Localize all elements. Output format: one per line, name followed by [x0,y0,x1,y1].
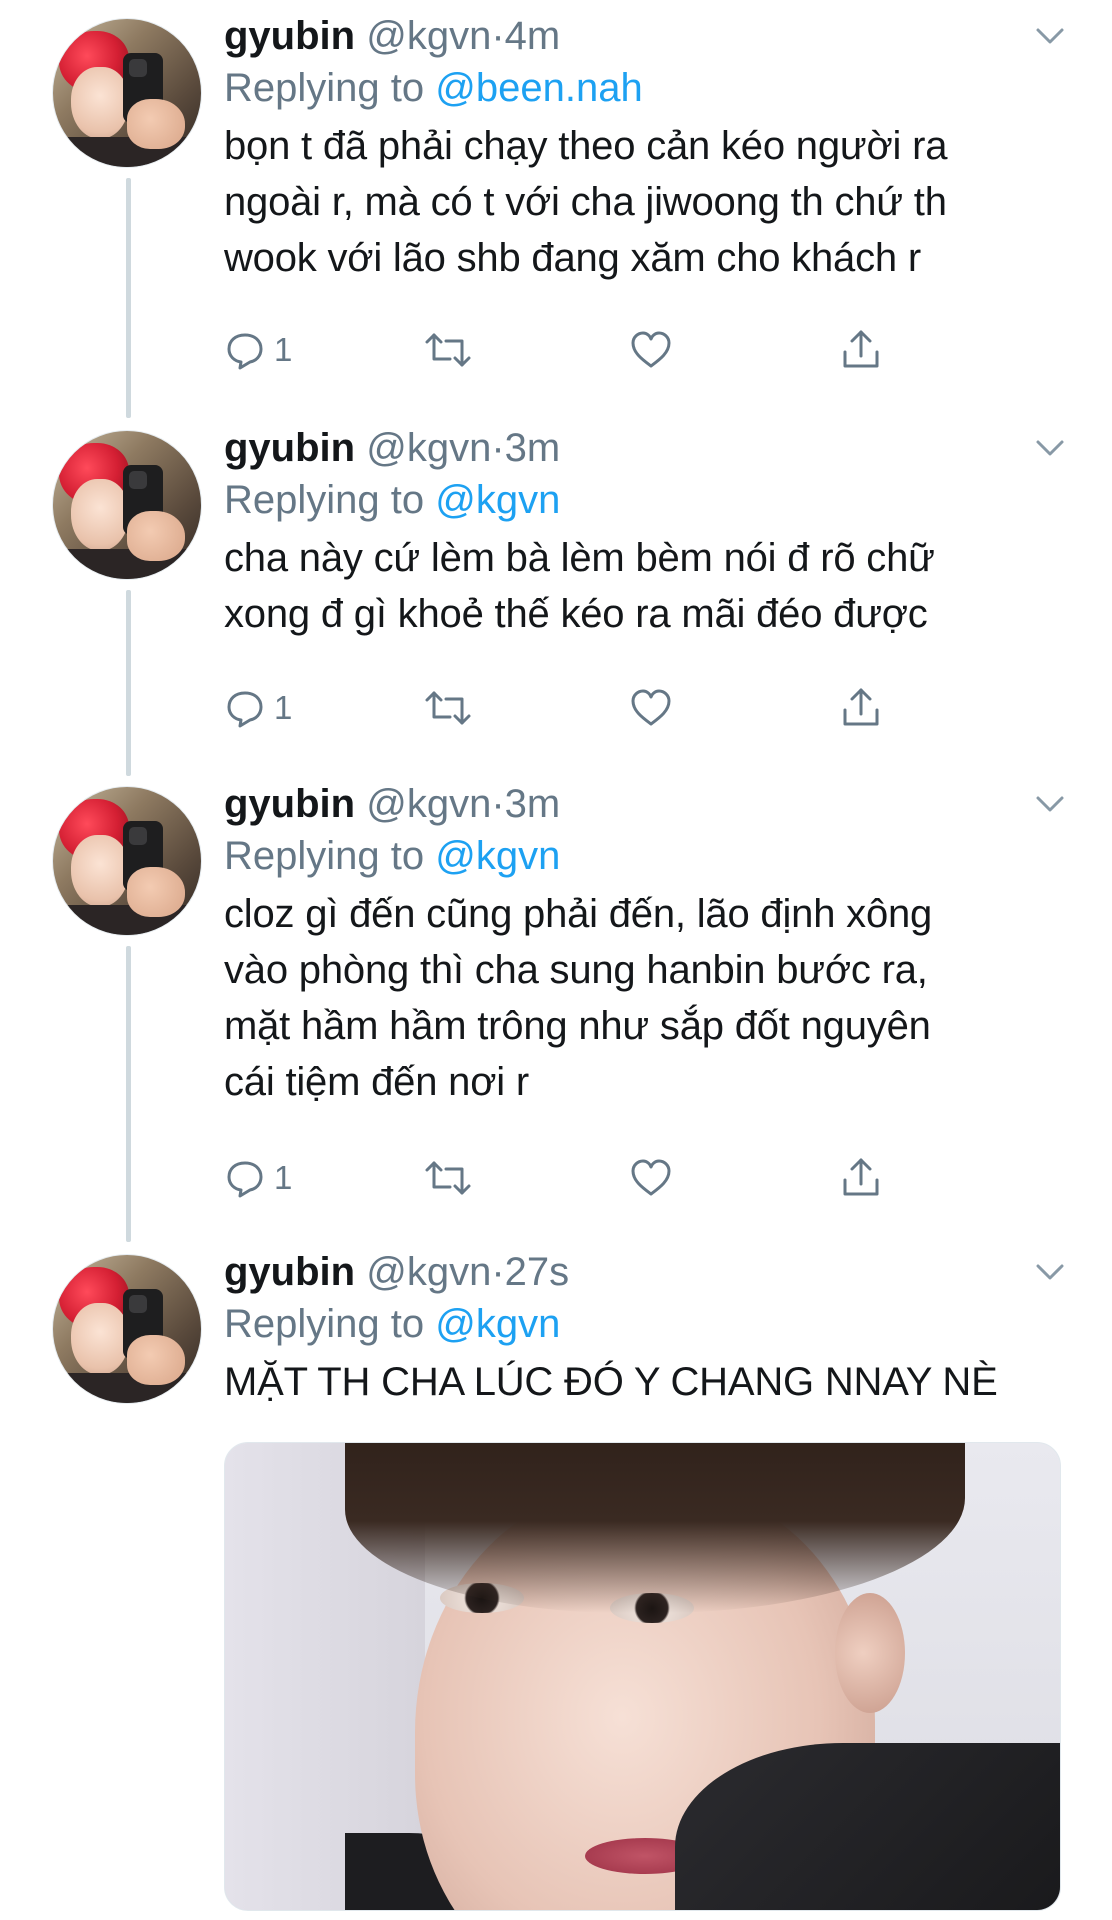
avatar-column [52,430,202,580]
replying-to-mention[interactable]: @been.nah [435,66,642,110]
replying-to-line: Replying to @been.nah [224,62,1064,114]
like-icon [631,331,671,368]
chevron-down-icon[interactable] [1028,782,1072,826]
share-icon [843,1158,879,1196]
tweet-content: gyubin @kgvn·27s Replying to @kgvn MẶT T… [224,1246,1064,1410]
share-button[interactable] [839,1148,883,1208]
avatar[interactable] [52,786,202,936]
share-button[interactable] [839,678,883,738]
reply-icon [227,691,263,728]
reply-count: 1 [274,331,293,368]
tweet-timestamp[interactable]: 27s [505,1250,570,1294]
reply-icon [227,333,263,370]
tweet-content: gyubin @kgvn·3m Replying to @kgvn cloz g… [224,778,1064,1110]
thread-connector-line [126,590,131,776]
tweet-timestamp[interactable]: 3m [505,426,561,470]
tweet-1[interactable]: gyubin @kgvn·4m Replying to @been.nah bọ… [0,0,1112,418]
author-name[interactable]: gyubin [224,1250,355,1294]
retweet-button[interactable] [424,678,472,738]
tweet-content: gyubin @kgvn·3m Replying to @kgvn cha nà… [224,422,1064,642]
author-name[interactable]: gyubin [224,782,355,826]
separator-dot: · [491,1250,505,1294]
chevron-down-icon[interactable] [1028,1250,1072,1294]
author-name[interactable]: gyubin [224,14,355,58]
reply-button[interactable]: 1 [224,678,292,738]
replying-to-mention[interactable]: @kgvn [435,1302,560,1346]
like-icon [631,689,671,726]
share-icon [843,330,879,368]
separator-dot: · [491,14,505,58]
tweet-actions: 1 [224,678,904,738]
replying-to-line: Replying to @kgvn [224,474,1064,526]
separator-dot: · [491,426,505,470]
tweet-text: cha này cứ lèm bà lèm bèm nói đ rõ chữ x… [224,536,935,636]
avatar[interactable] [52,18,202,168]
retweet-icon [425,1161,471,1195]
retweet-icon [425,333,471,367]
tweet-3[interactable]: gyubin @kgvn·3m Replying to @kgvn cloz g… [0,768,1112,1242]
reply-icon [227,1161,263,1198]
replying-to-line: Replying to @kgvn [224,1298,1064,1350]
chevron-down-icon[interactable] [1028,426,1072,470]
replying-to-mention[interactable]: @kgvn [435,478,560,522]
author-handle[interactable]: @kgvn [366,782,491,826]
tweet-thread: gyubin @kgvn·4m Replying to @been.nah bọ… [0,0,1112,1920]
tweet-media-photo[interactable] [224,1442,1061,1911]
author-handle[interactable]: @kgvn [366,1250,491,1294]
share-icon [843,688,879,726]
tweet-timestamp[interactable]: 3m [505,782,561,826]
like-button[interactable] [629,678,673,738]
tweet-text: cloz gì đến cũng phải đến, lão định xông… [224,892,933,1104]
replying-to-label: Replying to [224,66,425,110]
tweet-header: gyubin @kgvn·3m [224,422,1064,474]
retweet-button[interactable] [424,320,472,380]
replying-to-mention[interactable]: @kgvn [435,834,560,878]
retweet-button[interactable] [424,1148,472,1208]
retweet-icon [425,691,471,725]
separator-dot: · [491,782,505,826]
avatar-column [52,18,202,168]
chevron-down-icon[interactable] [1028,14,1072,58]
author-handle[interactable]: @kgvn [366,14,491,58]
tweet-content: gyubin @kgvn·4m Replying to @been.nah bọ… [224,10,1064,286]
share-button[interactable] [839,320,883,380]
tweet-text: bọn t đã phải chạy theo cản kéo người ra… [224,124,948,280]
tweet-header: gyubin @kgvn·4m [224,10,1064,62]
avatar-column [52,786,202,936]
replying-to-label: Replying to [224,1302,425,1346]
like-button[interactable] [629,1148,673,1208]
tweet-actions: 1 [224,320,904,380]
avatar[interactable] [52,430,202,580]
reply-button[interactable]: 1 [224,1148,292,1208]
thread-connector-line [126,178,131,418]
tweet-4[interactable]: gyubin @kgvn·27s Replying to @kgvn MẶT T… [0,1236,1112,1920]
tweet-header: gyubin @kgvn·3m [224,778,1064,830]
avatar-column [52,1254,202,1404]
author-name[interactable]: gyubin [224,426,355,470]
like-button[interactable] [629,320,673,380]
reply-count: 1 [274,689,293,726]
replying-to-label: Replying to [224,834,425,878]
author-handle[interactable]: @kgvn [366,426,491,470]
tweet-2[interactable]: gyubin @kgvn·3m Replying to @kgvn cha nà… [0,412,1112,776]
replying-to-line: Replying to @kgvn [224,830,1064,882]
tweet-timestamp[interactable]: 4m [505,14,561,58]
avatar[interactable] [52,1254,202,1404]
tweet-header: gyubin @kgvn·27s [224,1246,1064,1298]
thread-connector-line [126,946,131,1242]
tweet-text: MẶT TH CHA LÚC ĐÓ Y CHANG NNAY NÈ [224,1360,998,1404]
replying-to-label: Replying to [224,478,425,522]
like-icon [631,1159,671,1196]
reply-count: 1 [274,1159,293,1196]
reply-button[interactable]: 1 [224,320,292,380]
tweet-actions: 1 [224,1148,904,1208]
